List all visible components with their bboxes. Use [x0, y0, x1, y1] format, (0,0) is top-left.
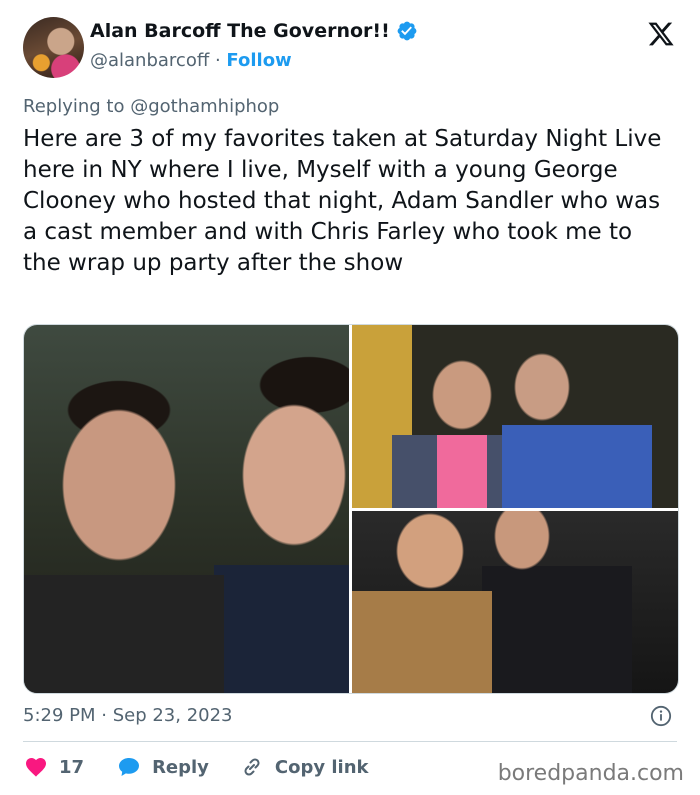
photo-clooney[interactable]: [24, 325, 349, 693]
like-button[interactable]: 17: [23, 755, 84, 779]
reply-button[interactable]: Reply: [116, 755, 209, 779]
handle-separator: ·: [209, 50, 227, 71]
reply-label: Reply: [152, 756, 209, 778]
reply-bubble-icon: [119, 758, 140, 776]
verified-badge-icon: [397, 21, 417, 41]
handle-row: @alanbarcoff · Follow: [90, 50, 292, 71]
divider: [23, 741, 677, 742]
author-handle[interactable]: @alanbarcoff: [90, 50, 209, 71]
author-avatar[interactable]: [23, 17, 84, 78]
heart-icon: [26, 758, 46, 777]
reply-context[interactable]: Replying to @gothamhiphop: [23, 96, 279, 117]
photo-farley[interactable]: [352, 511, 678, 693]
watermark: boredpanda.com: [497, 761, 684, 786]
author-display-name[interactable]: Alan Barcoff The Governor!!: [90, 20, 390, 42]
copy-link-button[interactable]: Copy link: [239, 755, 369, 779]
photo-sandler[interactable]: [352, 325, 678, 508]
copy-link-label: Copy link: [274, 756, 369, 778]
author-name-row: Alan Barcoff The Governor!!: [90, 20, 418, 42]
info-icon[interactable]: [650, 705, 672, 727]
follow-button[interactable]: Follow: [226, 50, 291, 71]
media-grid: [23, 324, 679, 694]
x-logo-icon[interactable]: [646, 20, 676, 48]
action-bar: 17 Reply Copy link: [23, 755, 369, 779]
tweet-timestamp[interactable]: 5:29 PM · Sep 23, 2023: [23, 705, 233, 726]
tweet-text: Here are 3 of my favorites taken at Satu…: [23, 126, 662, 276]
link-icon: [244, 758, 260, 776]
like-count: 17: [59, 756, 85, 778]
